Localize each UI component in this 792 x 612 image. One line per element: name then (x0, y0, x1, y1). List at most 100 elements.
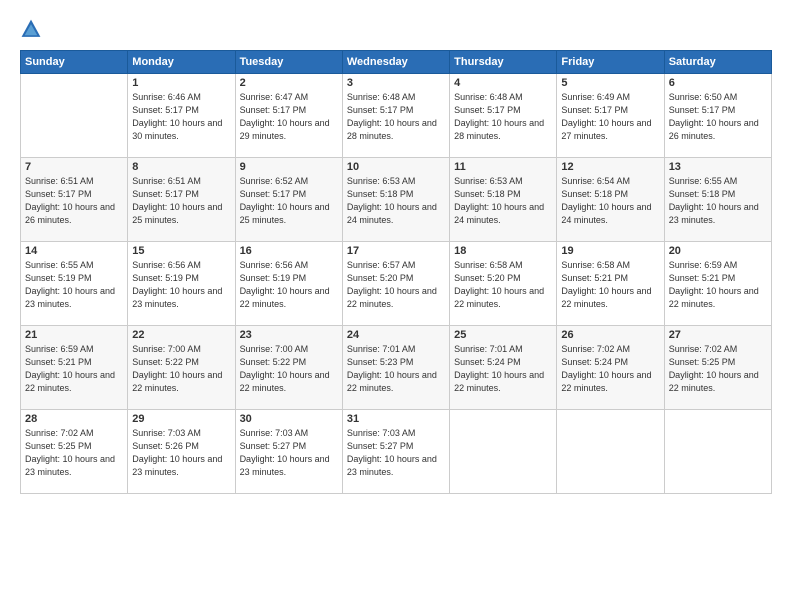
day-cell: 30Sunrise: 7:03 AMSunset: 5:27 PMDayligh… (235, 410, 342, 494)
day-number: 10 (347, 161, 445, 173)
weekday-monday: Monday (128, 51, 235, 74)
day-info: Sunrise: 6:53 AMSunset: 5:18 PMDaylight:… (454, 175, 552, 227)
day-info: Sunrise: 6:55 AMSunset: 5:18 PMDaylight:… (669, 175, 767, 227)
day-info: Sunrise: 6:48 AMSunset: 5:17 PMDaylight:… (347, 91, 445, 143)
day-info: Sunrise: 6:59 AMSunset: 5:21 PMDaylight:… (669, 259, 767, 311)
weekday-thursday: Thursday (450, 51, 557, 74)
day-info: Sunrise: 7:03 AMSunset: 5:27 PMDaylight:… (347, 427, 445, 479)
logo-icon (20, 18, 42, 40)
day-info: Sunrise: 6:48 AMSunset: 5:17 PMDaylight:… (454, 91, 552, 143)
day-info: Sunrise: 7:03 AMSunset: 5:27 PMDaylight:… (240, 427, 338, 479)
day-info: Sunrise: 7:02 AMSunset: 5:25 PMDaylight:… (669, 343, 767, 395)
day-info: Sunrise: 6:52 AMSunset: 5:17 PMDaylight:… (240, 175, 338, 227)
day-cell: 14 Sunrise: 6:55 AMSunset: 5:19 PMDayligh… (21, 242, 128, 326)
day-cell: 1 Sunrise: 6:46 AMSunset: 5:17 PMDaylight… (128, 74, 235, 158)
day-number: 17 (347, 245, 445, 257)
day-number: 21 (25, 329, 123, 341)
day-info: Sunrise: 6:54 AMSunset: 5:18 PMDaylight:… (561, 175, 659, 227)
day-number: 26 (561, 329, 659, 341)
day-number: 28 (25, 413, 123, 425)
day-number: 19 (561, 245, 659, 257)
page: SundayMondayTuesdayWednesdayThursdayFrid… (0, 0, 792, 612)
day-number: 4 (454, 77, 552, 89)
day-cell: 13Sunrise: 6:55 AMSunset: 5:18 PMDayligh… (664, 158, 771, 242)
day-cell: 18Sunrise: 6:58 AMSunset: 5:20 PMDayligh… (450, 242, 557, 326)
day-cell: 16 Sunrise: 6:56 AMSunset: 5:19 PMDayligh… (235, 242, 342, 326)
day-info: Sunrise: 6:49 AMSunset: 5:17 PMDaylight:… (561, 91, 659, 143)
weekday-saturday: Saturday (664, 51, 771, 74)
day-cell: 15 Sunrise: 6:56 AMSunset: 5:19 PMDayligh… (128, 242, 235, 326)
logo (20, 18, 46, 40)
day-number: 3 (347, 77, 445, 89)
day-cell: 5 Sunrise: 6:49 AMSunset: 5:17 PMDaylight… (557, 74, 664, 158)
day-cell: 20Sunrise: 6:59 AMSunset: 5:21 PMDayligh… (664, 242, 771, 326)
day-cell: 6Sunrise: 6:50 AMSunset: 5:17 PMDaylight… (664, 74, 771, 158)
day-number: 23 (240, 329, 338, 341)
day-info: Sunrise: 7:01 AMSunset: 5:23 PMDaylight:… (347, 343, 445, 395)
weekday-sunday: Sunday (21, 51, 128, 74)
day-number: 1 (132, 77, 230, 89)
day-cell: 29 Sunrise: 7:03 AMSunset: 5:26 PMDayligh… (128, 410, 235, 494)
day-cell: 7 Sunrise: 6:51 AMSunset: 5:17 PMDaylight… (21, 158, 128, 242)
weekday-friday: Friday (557, 51, 664, 74)
day-cell: 24Sunrise: 7:01 AMSunset: 5:23 PMDayligh… (342, 326, 449, 410)
weekday-tuesday: Tuesday (235, 51, 342, 74)
day-cell (21, 74, 128, 158)
day-cell: 31Sunrise: 7:03 AMSunset: 5:27 PMDayligh… (342, 410, 449, 494)
header (20, 18, 772, 40)
week-row-4: 21 Sunrise: 6:59 AMSunset: 5:21 PMDayligh… (21, 326, 772, 410)
day-number: 2 (240, 77, 338, 89)
day-cell: 8 Sunrise: 6:51 AMSunset: 5:17 PMDaylight… (128, 158, 235, 242)
day-number: 12 (561, 161, 659, 173)
day-number: 22 (132, 329, 230, 341)
day-cell: 17Sunrise: 6:57 AMSunset: 5:20 PMDayligh… (342, 242, 449, 326)
day-info: Sunrise: 6:55 AMSunset: 5:19 PMDaylight:… (25, 259, 123, 311)
day-cell: 4 Sunrise: 6:48 AMSunset: 5:17 PMDaylight… (450, 74, 557, 158)
day-number: 16 (240, 245, 338, 257)
week-row-5: 28 Sunrise: 7:02 AMSunset: 5:25 PMDayligh… (21, 410, 772, 494)
weekday-wednesday: Wednesday (342, 51, 449, 74)
day-cell: 9Sunrise: 6:52 AMSunset: 5:17 PMDaylight… (235, 158, 342, 242)
day-cell: 2 Sunrise: 6:47 AMSunset: 5:17 PMDaylight… (235, 74, 342, 158)
day-cell: 3 Sunrise: 6:48 AMSunset: 5:17 PMDaylight… (342, 74, 449, 158)
weekday-header-row: SundayMondayTuesdayWednesdayThursdayFrid… (21, 51, 772, 74)
day-info: Sunrise: 7:00 AMSunset: 5:22 PMDaylight:… (132, 343, 230, 395)
day-info: Sunrise: 7:03 AMSunset: 5:26 PMDaylight:… (132, 427, 230, 479)
day-info: Sunrise: 6:56 AMSunset: 5:19 PMDaylight:… (240, 259, 338, 311)
day-number: 6 (669, 77, 767, 89)
day-info: Sunrise: 6:56 AMSunset: 5:19 PMDaylight:… (132, 259, 230, 311)
day-number: 11 (454, 161, 552, 173)
day-cell: 23Sunrise: 7:00 AMSunset: 5:22 PMDayligh… (235, 326, 342, 410)
day-cell (450, 410, 557, 494)
day-cell (557, 410, 664, 494)
day-number: 14 (25, 245, 123, 257)
day-info: Sunrise: 6:46 AMSunset: 5:17 PMDaylight:… (132, 91, 230, 143)
day-info: Sunrise: 6:59 AMSunset: 5:21 PMDaylight:… (25, 343, 123, 395)
day-number: 29 (132, 413, 230, 425)
day-number: 5 (561, 77, 659, 89)
day-cell: 27 Sunrise: 7:02 AMSunset: 5:25 PMDayligh… (664, 326, 771, 410)
week-row-2: 7 Sunrise: 6:51 AMSunset: 5:17 PMDaylight… (21, 158, 772, 242)
day-info: Sunrise: 7:02 AMSunset: 5:24 PMDaylight:… (561, 343, 659, 395)
day-info: Sunrise: 6:51 AMSunset: 5:17 PMDaylight:… (25, 175, 123, 227)
day-number: 8 (132, 161, 230, 173)
day-cell: 21 Sunrise: 6:59 AMSunset: 5:21 PMDayligh… (21, 326, 128, 410)
day-cell: 25Sunrise: 7:01 AMSunset: 5:24 PMDayligh… (450, 326, 557, 410)
week-row-1: 1 Sunrise: 6:46 AMSunset: 5:17 PMDaylight… (21, 74, 772, 158)
day-info: Sunrise: 7:02 AMSunset: 5:25 PMDaylight:… (25, 427, 123, 479)
day-number: 27 (669, 329, 767, 341)
day-cell (664, 410, 771, 494)
day-cell: 12 Sunrise: 6:54 AMSunset: 5:18 PMDayligh… (557, 158, 664, 242)
day-info: Sunrise: 6:47 AMSunset: 5:17 PMDaylight:… (240, 91, 338, 143)
day-info: Sunrise: 6:58 AMSunset: 5:21 PMDaylight:… (561, 259, 659, 311)
day-cell: 26 Sunrise: 7:02 AMSunset: 5:24 PMDayligh… (557, 326, 664, 410)
day-cell: 28 Sunrise: 7:02 AMSunset: 5:25 PMDayligh… (21, 410, 128, 494)
day-number: 15 (132, 245, 230, 257)
day-info: Sunrise: 6:51 AMSunset: 5:17 PMDaylight:… (132, 175, 230, 227)
day-cell: 11 Sunrise: 6:53 AMSunset: 5:18 PMDayligh… (450, 158, 557, 242)
day-number: 18 (454, 245, 552, 257)
week-row-3: 14 Sunrise: 6:55 AMSunset: 5:19 PMDayligh… (21, 242, 772, 326)
day-number: 7 (25, 161, 123, 173)
day-cell: 19 Sunrise: 6:58 AMSunset: 5:21 PMDayligh… (557, 242, 664, 326)
day-number: 25 (454, 329, 552, 341)
